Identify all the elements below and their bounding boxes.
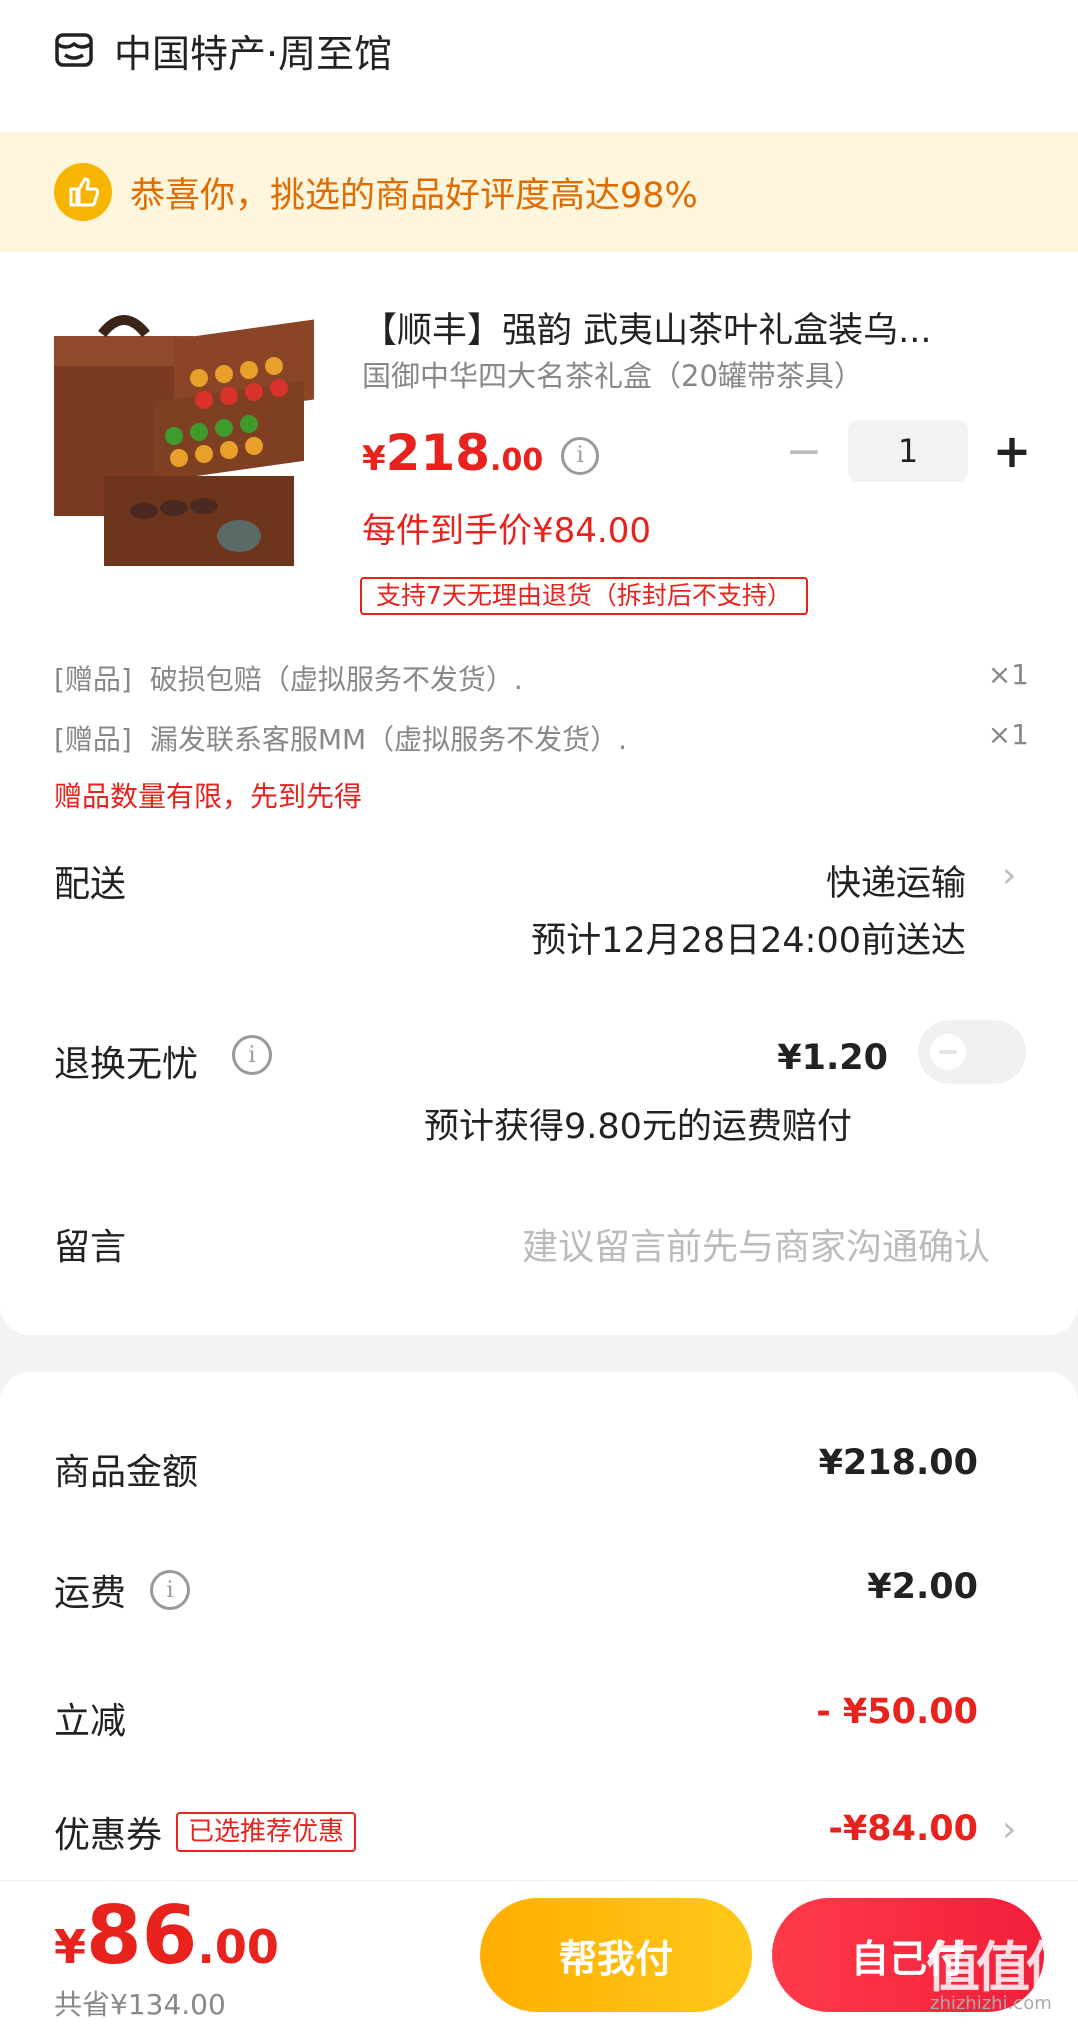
delivery-eta: 预计12月28日24:00前送达: [531, 921, 966, 961]
toggle-knob: [930, 1034, 966, 1070]
product-price: ¥ 218 .00 i: [362, 424, 600, 483]
delivery-label: 配送: [54, 864, 127, 905]
gift-note: 赠品数量有限，先到先得: [54, 780, 363, 813]
discount-label: 立减: [54, 1701, 127, 1742]
watermark-logo: 值值值: [926, 1936, 1078, 1999]
coupon-label[interactable]: 优惠券 已选推荐优惠: [54, 1806, 357, 1858]
price-decimal: .00: [490, 443, 544, 478]
total-price: ¥ 86 .00: [54, 1889, 279, 1982]
message-label: 留言: [54, 1227, 127, 1268]
rating-text: 恭喜你，挑选的商品好评度高达98%: [130, 175, 698, 216]
watermark-url: zhizhizhi.com: [930, 1993, 1052, 2014]
return-policy-tag: 支持7天无理由退货（拆封后不支持）: [360, 577, 808, 615]
price-info-icon[interactable]: i: [561, 436, 600, 475]
quantity-input[interactable]: 1: [848, 420, 968, 482]
gift-qty: ×1: [987, 658, 1029, 691]
goods-amount-label: 商品金额: [54, 1452, 199, 1493]
return-insurance-toggle[interactable]: [918, 1020, 1026, 1084]
store-header[interactable]: 中国特产·周至馆: [54, 22, 392, 78]
store-icon: [55, 33, 93, 67]
store-name: 中国特产·周至馆: [114, 31, 393, 76]
return-insurance-label: 退换无忧: [54, 1044, 199, 1085]
shipping-label: 运费 i: [54, 1564, 191, 1616]
rating-banner: 恭喜你，挑选的商品好评度高达98%: [0, 132, 1078, 252]
quantity-stepper: − 1 +: [780, 420, 1036, 482]
quantity-plus-button[interactable]: +: [988, 424, 1036, 478]
gift-name: 漏发联系客服MM（虚拟服务不发货）.: [149, 723, 628, 756]
product-title[interactable]: 【顺丰】强韵 武夷山茶叶礼盒装乌...: [362, 302, 1002, 353]
coupon-value[interactable]: -¥84.00: [828, 1809, 978, 1849]
quantity-minus-button[interactable]: −: [780, 426, 828, 477]
chevron-right-icon[interactable]: ›: [1002, 1809, 1016, 1850]
price-symbol: ¥: [362, 439, 386, 479]
thumbs-up-icon: [54, 163, 112, 221]
chevron-right-icon[interactable]: ›: [1002, 855, 1016, 896]
price-integer: 218: [385, 424, 491, 482]
delivery-method[interactable]: 快递运输: [826, 855, 966, 906]
gift-qty: ×1: [987, 718, 1029, 751]
product-image[interactable]: [54, 296, 322, 568]
gift-name: 破损包赔（虚拟服务不发货）.: [149, 663, 523, 696]
gift-tag: [赠品]: [54, 723, 132, 756]
order-card: 中国特产·周至馆 恭喜你，挑选的商品好评度高达98% 【顺丰】强韵 武夷山茶叶礼…: [0, 0, 1078, 1335]
gift-tag: [赠品]: [54, 663, 132, 696]
per-item-price: 每件到手价¥84.00: [362, 511, 651, 551]
shipping-value: ¥2.00: [867, 1567, 978, 1607]
return-insurance-note: 预计获得9.80元的运费赔付: [424, 1107, 852, 1147]
gift-item: [赠品] 破损包赔（虚拟服务不发货）. ×1: [54, 658, 1029, 698]
product-spec[interactable]: 国御中华四大名茶礼盒（20罐带茶具）: [362, 353, 863, 395]
message-input[interactable]: 建议留言前先与商家沟通确认: [522, 1218, 990, 1270]
info-icon[interactable]: i: [232, 1035, 272, 1075]
shipping-info-icon[interactable]: i: [150, 1570, 191, 1610]
help-pay-button[interactable]: 帮我付: [480, 1898, 752, 2012]
coupon-tag: 已选推荐优惠: [176, 1812, 357, 1852]
saved-amount: 共省¥134.00: [54, 1988, 226, 2021]
checkout-bar: ¥ 86 .00 共省¥134.00 帮我付 自己付 值值值 zhizhizhi…: [0, 1880, 1078, 2030]
goods-amount-value: ¥218.00: [818, 1443, 978, 1483]
discount-value: - ¥50.00: [816, 1692, 978, 1732]
gift-item: [赠品] 漏发联系客服MM（虚拟服务不发货）. ×1: [54, 718, 1029, 758]
return-insurance-price: ¥1.20: [777, 1038, 888, 1078]
